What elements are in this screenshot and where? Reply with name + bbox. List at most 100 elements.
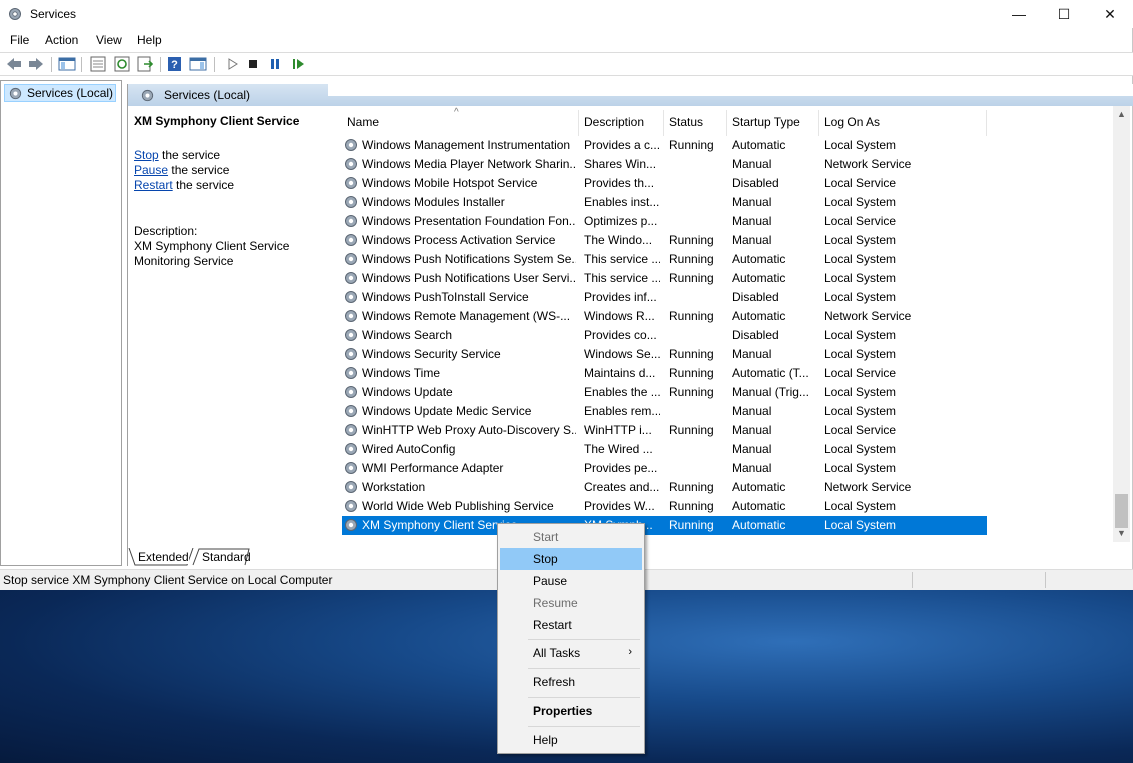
close-button[interactable]: ✕ [1087,0,1133,28]
menu-item-help[interactable]: Help [500,729,642,751]
table-row[interactable]: Workstation Creates and... Running Automati… [342,478,987,497]
show-hide-console-tree-icon[interactable] [58,56,76,72]
cell-name: Windows Push Notifications System Se... [362,252,576,266]
table-row[interactable]: Windows Update Enables the ... Running Manu… [342,383,987,402]
menu-help[interactable]: Help [137,33,162,47]
restart-service-icon[interactable] [289,56,307,72]
scroll-down-icon[interactable]: ▼ [1113,525,1130,542]
table-row[interactable]: Windows Update Medic Service Enables rem.… [342,402,987,421]
table-row[interactable]: WMI Performance Adapter Provides pe... Man… [342,459,987,478]
tree-item-label: Services (Local) [27,86,114,100]
menu-item-label: Stop [533,552,558,566]
stop-service-icon[interactable] [244,56,262,72]
sort-ascending-icon: ^ [454,107,459,118]
table-row[interactable]: Windows Process Activation Service The Wi… [342,231,987,250]
forward-arrow-icon[interactable] [27,56,45,72]
tab-extended[interactable]: Extended [138,550,189,564]
scroll-thumb[interactable] [1115,494,1128,528]
table-row[interactable]: Windows Security Service Windows Se... Run… [342,345,987,364]
menu-item-refresh[interactable]: Refresh [500,671,642,693]
column-header-name[interactable]: Name [347,115,379,129]
column-header-startup-type[interactable]: Startup Type [732,115,800,129]
refresh-icon[interactable] [113,56,131,72]
service-gear-icon [345,310,357,322]
table-row[interactable]: World Wide Web Publishing Service Provide… [342,497,987,516]
table-row[interactable]: Windows Media Player Network Sharin... Sh… [342,155,987,174]
menu-item-all-tasks[interactable]: All Tasks › [500,642,642,664]
pause-service-icon[interactable] [266,56,284,72]
cell-name: Windows Management Instrumentation [362,138,571,152]
table-row[interactable]: Windows PushToInstall Service Provides in… [342,288,987,307]
export-list-icon[interactable] [136,56,154,72]
selected-service-name: XM Symphony Client Service [134,114,300,128]
table-row[interactable]: Wired AutoConfig The Wired ... Manual Local… [342,440,987,459]
menu-item-pause[interactable]: Pause [500,570,642,592]
table-row[interactable]: Windows Mobile Hotspot Service Provides t… [342,174,987,193]
table-row[interactable]: Windows Push Notifications System Se... T… [342,250,987,269]
column-header-log-on-as[interactable]: Log On As [824,115,880,129]
cell-startup-type: Automatic [732,271,786,285]
cell-startup-type: Automatic [732,309,786,323]
cell-startup-type: Disabled [732,328,779,342]
menu-action[interactable]: Action [45,33,78,47]
maximize-button[interactable]: ☐ [1041,0,1087,28]
table-row[interactable]: Windows Presentation Foundation Fon... Op… [342,212,987,231]
cell-startup-type: Manual [732,404,772,418]
tab-standard[interactable]: Standard [202,550,251,564]
service-gear-icon [345,481,357,493]
table-row[interactable]: Windows Push Notifications User Servi...… [342,269,987,288]
table-row[interactable]: Windows Management Instrumentation Provid… [342,136,987,155]
cell-startup-type: Manual [732,214,772,228]
menu-item-label: Restart [533,618,572,632]
show-action-pane-icon[interactable] [189,56,207,72]
back-arrow-icon[interactable] [5,56,23,72]
table-row[interactable]: WinHTTP Web Proxy Auto-Discovery S... Win… [342,421,987,440]
stop-link[interactable]: Stop [134,148,159,162]
menu-item-resume[interactable]: Resume [500,592,642,614]
table-row[interactable]: Windows Time Maintains d... Running Automat… [342,364,987,383]
cell-status: Running [669,138,714,152]
column-header-description[interactable]: Description [584,115,644,129]
cell-log-on-as: Local System [824,385,897,399]
table-row[interactable]: Windows Search Provides co... Disabled Loca… [342,326,987,345]
cell-log-on-as: Local System [824,442,897,456]
table-row[interactable]: Windows Remote Management (WS-... Windows… [342,307,987,326]
restart-link[interactable]: Restart [134,178,173,192]
menu-item-start[interactable]: Start [500,526,642,548]
service-gear-icon [345,291,357,303]
cell-status: Running [669,385,714,399]
cell-status: Running [669,309,714,323]
menu-view[interactable]: View [96,33,122,47]
cell-name: Windows Update Medic Service [362,404,532,418]
cell-startup-type: Automatic [732,138,786,152]
cell-name: Windows Process Activation Service [362,233,556,247]
title-bar[interactable]: Services — ☐ ✕ [0,0,1133,28]
menu-item-label: Help [533,733,558,747]
menu-item-restart[interactable]: Restart [500,614,642,636]
menu-file[interactable]: File [10,33,29,47]
cell-description: Provides W... [584,499,655,513]
toolbar: ? [0,52,1133,76]
scroll-up-icon[interactable]: ▲ [1113,106,1130,123]
svg-text:?: ? [171,59,178,71]
description-label: Description: [134,224,198,238]
minimize-button[interactable]: — [996,0,1042,28]
table-row[interactable]: Windows Modules Installer Enables inst...… [342,193,987,212]
cell-name: Windows Presentation Foundation Fon... [362,214,576,228]
menu-item-stop[interactable]: Stop [500,548,642,570]
vertical-scrollbar[interactable]: ▲ ▼ [1113,106,1130,542]
column-header-status[interactable]: Status [669,115,703,129]
cell-startup-type: Automatic [732,252,786,266]
pause-link[interactable]: Pause [134,163,168,177]
cell-log-on-as: Network Service [824,480,912,494]
cell-log-on-as: Network Service [824,309,912,323]
properties-list-icon[interactable] [89,56,107,72]
table-row[interactable]: XM Symphony Client ServiceXM Symph...Run… [342,516,987,535]
start-service-icon[interactable] [224,56,242,72]
help-icon[interactable]: ? [166,56,184,72]
extended-info-panel: XM Symphony Client Service Stop the serv… [134,114,330,269]
cell-status: Running [669,233,714,247]
tree-item-services-local[interactable]: Services (Local) [4,84,116,102]
menu-item-properties[interactable]: Properties [500,700,642,722]
service-gear-icon [345,215,357,227]
